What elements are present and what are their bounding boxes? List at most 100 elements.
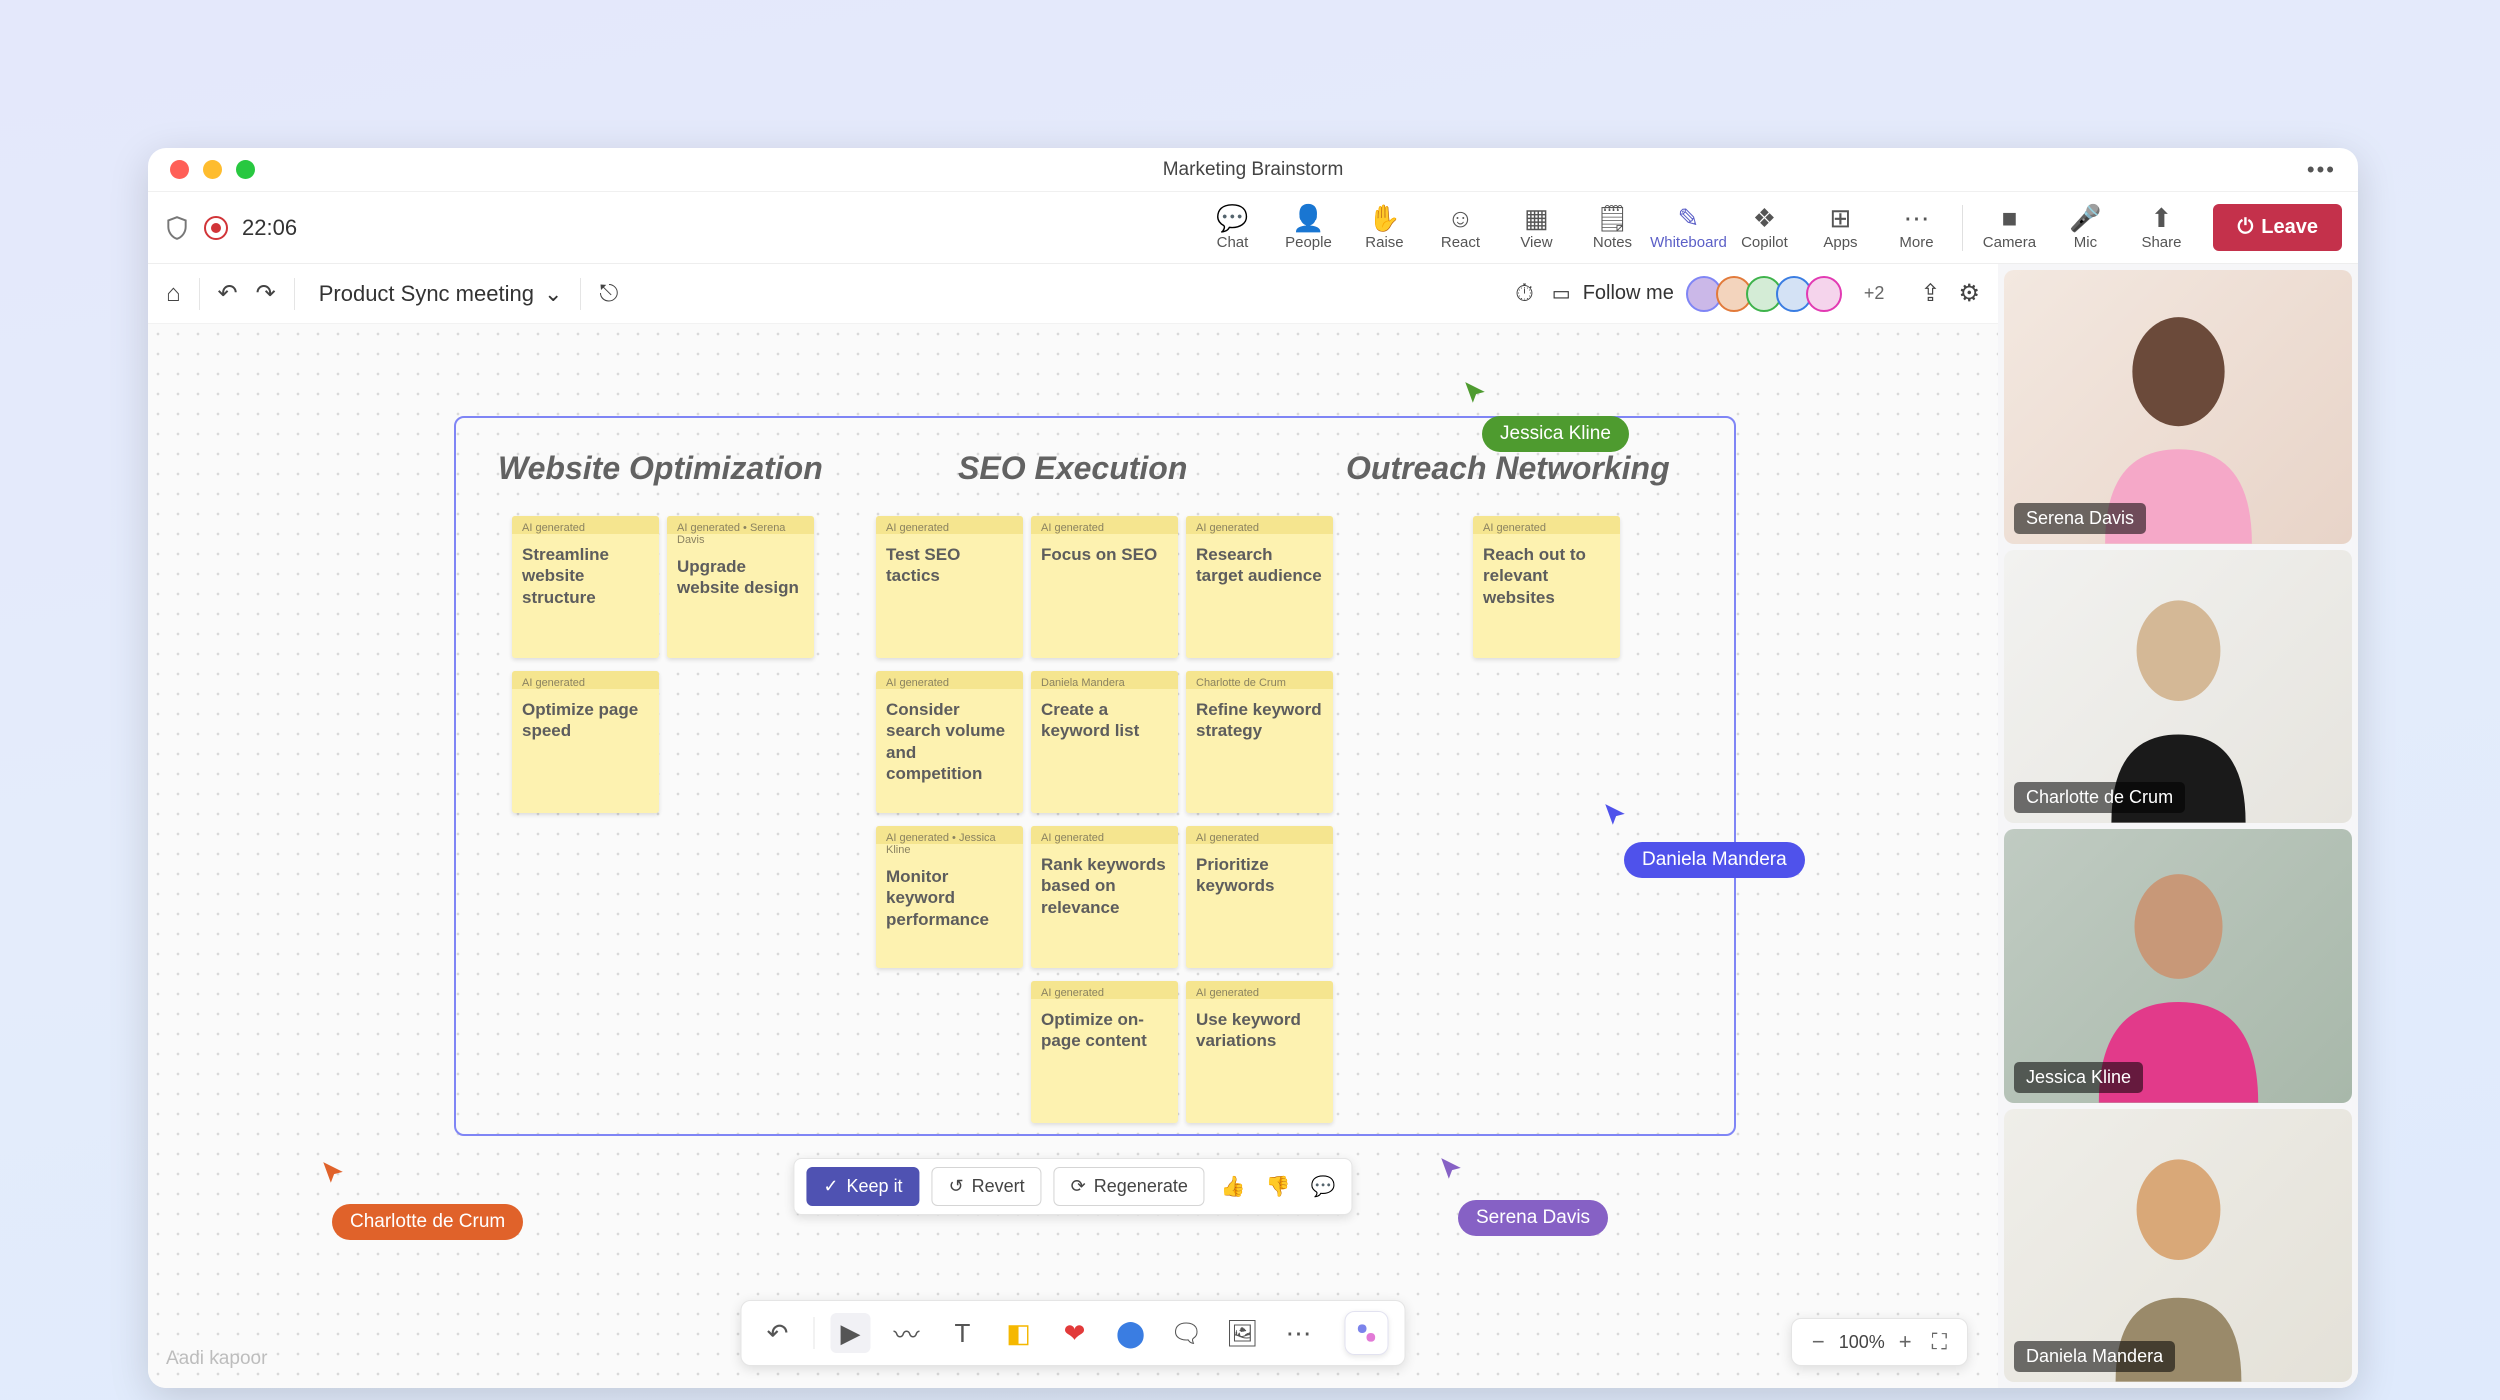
apps-button[interactable]: ⊞Apps [1802,198,1878,258]
board-frame[interactable]: Website Optimization SEO Execution Outre… [454,416,1736,1136]
sticky-note[interactable]: AI generatedPrioritize keywords [1186,826,1333,968]
keep-label: Keep it [847,1176,903,1197]
view-button[interactable]: ▦View [1498,198,1574,258]
sticky-tag: AI generated [1196,522,1323,534]
sticky-note[interactable]: Charlotte de CrumRefine keyword strategy [1186,671,1333,813]
leave-button[interactable]: ⏻Leave [2213,204,2342,251]
comment-tool-icon[interactable]: 🗨 [1167,1313,1207,1353]
sticky-note[interactable]: AI generatedConsider search volume and c… [876,671,1023,813]
follow-me-button[interactable]: ▭Follow me [1552,281,1674,306]
recording-indicator-icon[interactable] [204,216,228,240]
people-icon: 👤 [1292,205,1324,231]
keep-it-button[interactable]: ✓ Keep it [806,1167,919,1206]
sticky-note[interactable]: AI generatedRank keywords based on relev… [1031,826,1178,968]
zoom-tray: − 100% + ⛶ [1791,1318,1968,1366]
more-button[interactable]: ⋯More [1878,198,1954,258]
chat-button[interactable]: 💬Chat [1194,198,1270,258]
pen-tool-icon[interactable]: 〰 [887,1313,927,1353]
video-tile[interactable]: Serena Davis [2004,270,2352,544]
feedback-icon[interactable]: 💬 [1307,1170,1340,1203]
select-tool-icon[interactable]: ▶ [831,1313,871,1353]
view-icon: ▦ [1524,205,1549,231]
sticky-note[interactable]: AI generatedResearch target audience [1186,516,1333,658]
sticky-text: Streamline website structure [522,544,649,608]
video-tile[interactable]: Jessica Kline [2004,829,2352,1103]
revert-button[interactable]: ↺Revert [932,1167,1042,1206]
sticky-note[interactable]: AI generatedReach out to relevant websit… [1473,516,1620,658]
window-title: Marketing Brainstorm [148,159,2358,181]
shield-icon[interactable] [164,215,190,241]
raise-hand-icon: ✋ [1368,205,1400,231]
minimize-window-button[interactable] [203,160,222,179]
apps-label: Apps [1823,234,1857,251]
video-name-label: Jessica Kline [2014,1062,2143,1093]
sticky-tag: Daniela Mandera [1041,677,1168,689]
more-label: More [1899,234,1933,251]
more-window-icon[interactable]: ••• [2307,157,2336,183]
image-tool-icon[interactable]: 🖼 [1223,1313,1263,1353]
notes-button[interactable]: 🗒Notes [1574,198,1650,258]
undo-icon[interactable]: ↶ [218,279,238,308]
video-tile[interactable]: Charlotte de Crum [2004,550,2352,824]
sticky-tool-icon[interactable]: ◧ [999,1313,1039,1353]
whiteboard-name-dropdown[interactable]: Product Sync meeting⌄ [319,281,563,307]
zoom-in-icon[interactable]: + [1893,1329,1918,1355]
sticky-note[interactable]: AI generatedFocus on SEO [1031,516,1178,658]
sticky-note[interactable]: AI generatedUse keyword variations [1186,981,1333,1123]
zoom-out-icon[interactable]: − [1806,1329,1831,1355]
sticky-text: Monitor keyword performance [886,866,1013,930]
tray-undo-icon[interactable]: ↶ [758,1313,798,1353]
redo-icon[interactable]: ↷ [256,279,276,308]
copilot-tray-button[interactable] [1345,1311,1389,1355]
sticky-note[interactable]: AI generatedOptimize page speed [512,671,659,813]
timer-icon[interactable]: ⏱ [1515,280,1534,308]
react-label: React [1441,234,1480,251]
reaction-tool-icon[interactable]: ❤ [1055,1313,1095,1353]
lock-icon[interactable]: ⎋ [599,280,618,308]
share-whiteboard-icon[interactable]: ⇪ [1920,279,1940,308]
sticky-note[interactable]: AI generatedTest SEO tactics [876,516,1023,658]
thumbs-up-icon[interactable]: 👍 [1217,1170,1250,1203]
share-button[interactable]: ⬆Share [2123,198,2199,258]
sticky-tag: AI generated [522,522,649,534]
revert-label: Revert [972,1176,1025,1197]
thumbs-down-icon[interactable]: 👎 [1262,1170,1295,1203]
sticky-text: Focus on SEO [1041,544,1168,565]
sticky-text: Upgrade website design [677,556,804,599]
maximize-window-button[interactable] [236,160,255,179]
camera-button[interactable]: ■Camera [1971,198,2047,258]
whiteboard-button[interactable]: ✎Whiteboard [1650,198,1726,258]
meeting-toolbar: 22:06 💬Chat 👤People ✋Raise ☺React ▦View … [148,192,2358,264]
more-tools-icon[interactable]: ⋯ [1279,1313,1319,1353]
whiteboard-label: Whiteboard [1650,234,1727,251]
video-tile[interactable]: Daniela Mandera [2004,1109,2352,1383]
participant-overflow[interactable]: +2 [1864,283,1885,304]
whiteboard-canvas[interactable]: Website Optimization SEO Execution Outre… [148,324,1998,1388]
camera-icon: ■ [2002,205,2018,231]
text-tool-icon[interactable]: T [943,1313,983,1353]
raise-hand-button[interactable]: ✋Raise [1346,198,1422,258]
sticky-note[interactable]: AI generatedOptimize on-page content [1031,981,1178,1123]
chat-icon: 💬 [1216,205,1248,231]
people-button[interactable]: 👤People [1270,198,1346,258]
sticky-note[interactable]: AI generated • Serena DavisUpgrade websi… [667,516,814,658]
sticky-note[interactable]: AI generated Streamline website structure [512,516,659,658]
whiteboard-area: ⌂ ↶ ↷ Product Sync meeting⌄ ⎋ ⏱ ▭Follow … [148,264,1998,1388]
sticky-note[interactable]: Daniela ManderaCreate a keyword list [1031,671,1178,813]
avatar[interactable] [1806,276,1842,312]
sticky-tag: AI generated [1196,987,1323,999]
participant-avatars[interactable] [1692,276,1842,312]
react-button[interactable]: ☺React [1422,198,1498,258]
fit-screen-icon[interactable]: ⛶ [1926,1329,1953,1355]
sticky-text: Rank keywords based on relevance [1041,854,1168,918]
mic-button[interactable]: 🎤Mic [2047,198,2123,258]
collaborator-cursor-serena [1438,1156,1464,1187]
sticky-note[interactable]: AI generated • Jessica KlineMonitor keyw… [876,826,1023,968]
copilot-button[interactable]: ❖Copilot [1726,198,1802,258]
home-icon[interactable]: ⌂ [166,280,181,308]
check-icon: ✓ [823,1176,838,1197]
settings-icon[interactable]: ⚙ [1958,279,1980,308]
regenerate-button[interactable]: ⟳Regenerate [1054,1167,1205,1206]
close-window-button[interactable] [170,160,189,179]
shape-tool-icon[interactable]: ⬤ [1111,1313,1151,1353]
